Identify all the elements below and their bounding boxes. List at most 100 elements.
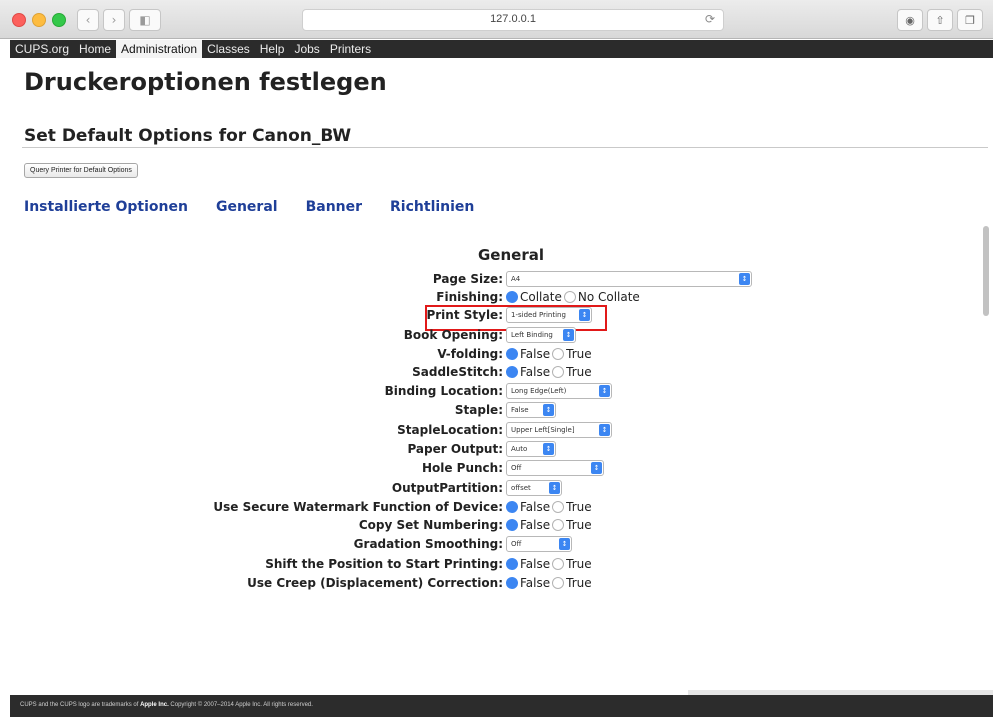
binding-location-select[interactable]: Long Edge(Left) ↕ bbox=[506, 383, 612, 399]
reload-icon[interactable]: ⟳ bbox=[705, 12, 715, 26]
option-row-book-opening: Book Opening: Left Binding ↕ bbox=[0, 326, 993, 344]
gradation-smoothing-select[interactable]: Off ↕ bbox=[506, 536, 572, 552]
zoom-window-button[interactable] bbox=[52, 13, 66, 27]
option-row-creep-correction: Use Creep (Displacement) Correction: Fal… bbox=[0, 574, 993, 590]
output-partition-select[interactable]: offset ↕ bbox=[506, 480, 562, 496]
page-size-select[interactable]: A4 ↕ bbox=[506, 271, 752, 287]
option-label: Page Size: bbox=[432, 272, 503, 286]
option-label: Gradation Smoothing: bbox=[353, 537, 503, 551]
history-nav: ‹ › ◧ bbox=[77, 9, 161, 31]
radio-label: No Collate bbox=[577, 290, 640, 304]
option-row-paper-output: Paper Output: Auto ↕ bbox=[0, 440, 993, 458]
section-subtitle: Set Default Options for Canon_BW bbox=[24, 126, 352, 146]
minimize-window-button[interactable] bbox=[32, 13, 46, 27]
toolbar-actions: ◉ ⇧ ❐ bbox=[897, 9, 983, 31]
radio-label: True bbox=[566, 557, 592, 571]
select-value: Auto bbox=[511, 445, 528, 453]
share-icon[interactable]: ⇧ bbox=[927, 9, 953, 31]
option-label: Book Opening: bbox=[403, 328, 503, 342]
option-row-copy-set-numbering: Copy Set Numbering: False True bbox=[0, 516, 993, 534]
option-label: Use Secure Watermark Function of Device: bbox=[213, 500, 503, 514]
page-title: Druckeroptionen festlegen bbox=[24, 68, 387, 96]
nav-administration[interactable]: Administration bbox=[116, 40, 203, 58]
chevron-updown-icon: ↕ bbox=[739, 273, 750, 285]
nav-cups-org[interactable]: CUPS.org bbox=[10, 40, 74, 58]
radio-label: False bbox=[520, 365, 551, 379]
radio-false[interactable] bbox=[506, 348, 518, 360]
option-row-v-folding: V-folding: False True bbox=[0, 345, 993, 363]
cups-navbar: CUPS.org Home Administration Classes Hel… bbox=[10, 40, 993, 58]
radio-label: False bbox=[520, 347, 551, 361]
select-value: offset bbox=[511, 484, 531, 492]
hole-punch-select[interactable]: Off ↕ bbox=[506, 460, 604, 476]
radio-no-collate[interactable] bbox=[563, 291, 576, 303]
option-label: Paper Output: bbox=[407, 442, 503, 456]
option-label: Copy Set Numbering: bbox=[358, 518, 503, 532]
nav-classes[interactable]: Classes bbox=[202, 40, 255, 58]
option-label: Use Creep (Displacement) Correction: bbox=[247, 576, 503, 590]
option-label: Shift the Position to Start Printing: bbox=[265, 557, 503, 571]
radio-label: Collate bbox=[520, 290, 562, 304]
option-label: Binding Location: bbox=[384, 384, 503, 398]
staple-location-select[interactable]: Upper Left[Single] ↕ bbox=[506, 422, 612, 438]
close-window-button[interactable] bbox=[12, 13, 26, 27]
radio-false[interactable] bbox=[506, 366, 518, 378]
option-row-saddlestitch: SaddleStitch: False True bbox=[0, 363, 993, 381]
radio-true[interactable] bbox=[552, 348, 565, 360]
radio-collate[interactable] bbox=[506, 291, 518, 303]
select-value: Upper Left[Single] bbox=[511, 426, 575, 434]
option-label: Hole Punch: bbox=[421, 461, 503, 475]
select-value: Long Edge(Left) bbox=[511, 387, 567, 395]
tabs-icon[interactable]: ❐ bbox=[957, 9, 983, 31]
radio-true[interactable] bbox=[552, 519, 565, 531]
radio-label: False bbox=[520, 576, 551, 590]
nav-printers[interactable]: Printers bbox=[325, 40, 376, 58]
chevron-updown-icon: ↕ bbox=[563, 329, 574, 341]
chevron-updown-icon: ↕ bbox=[549, 482, 560, 494]
chevron-updown-icon: ↕ bbox=[599, 385, 610, 397]
footer-brand: Apple Inc. bbox=[140, 702, 169, 708]
radio-true[interactable] bbox=[552, 366, 565, 378]
footer-suffix: Copyright © 2007–2014 Apple Inc. All rig… bbox=[168, 702, 313, 708]
tab-installierte-optionen[interactable]: Installierte Optionen bbox=[24, 199, 188, 215]
forward-icon[interactable]: › bbox=[103, 9, 125, 31]
query-printer-button[interactable]: Query Printer for Default Options bbox=[24, 163, 138, 178]
book-opening-select[interactable]: Left Binding ↕ bbox=[506, 327, 576, 343]
option-row-page-size: Page Size: A4 ↕ bbox=[0, 270, 993, 288]
address-bar[interactable]: 127.0.0.1 ⟳ bbox=[302, 9, 724, 31]
nav-jobs[interactable]: Jobs bbox=[289, 40, 324, 58]
option-row-hole-punch: Hole Punch: Off ↕ bbox=[0, 459, 993, 477]
radio-false[interactable] bbox=[506, 519, 518, 531]
radio-false[interactable] bbox=[506, 577, 518, 589]
nav-help[interactable]: Help bbox=[255, 40, 290, 58]
option-row-secure-watermark: Use Secure Watermark Function of Device:… bbox=[0, 498, 993, 516]
radio-true[interactable] bbox=[552, 558, 565, 570]
option-label: Finishing: bbox=[436, 290, 503, 304]
radio-false[interactable] bbox=[506, 501, 518, 513]
tab-richtlinien[interactable]: Richtlinien bbox=[390, 199, 474, 215]
tab-general[interactable]: General bbox=[216, 199, 278, 215]
chevron-updown-icon: ↕ bbox=[543, 404, 554, 416]
tab-banner[interactable]: Banner bbox=[306, 199, 362, 215]
option-row-staple: Staple: False ↕ bbox=[0, 401, 993, 419]
option-row-gradation-smoothing: Gradation Smoothing: Off ↕ bbox=[0, 535, 993, 553]
staple-select[interactable]: False ↕ bbox=[506, 402, 556, 418]
option-label: OutputPartition: bbox=[391, 481, 503, 495]
select-value: False bbox=[511, 406, 529, 414]
nav-home[interactable]: Home bbox=[74, 40, 116, 58]
radio-true[interactable] bbox=[552, 577, 565, 589]
select-value: Off bbox=[511, 540, 522, 548]
radio-false[interactable] bbox=[506, 558, 518, 570]
select-value: Left Binding bbox=[511, 331, 553, 339]
radio-true[interactable] bbox=[552, 501, 565, 513]
sidebar-icon[interactable]: ◧ bbox=[129, 9, 161, 31]
back-icon[interactable]: ‹ bbox=[77, 9, 99, 31]
form-section-title: General bbox=[478, 246, 544, 264]
paper-output-select[interactable]: Auto ↕ bbox=[506, 441, 556, 457]
chevron-updown-icon: ↕ bbox=[543, 443, 554, 455]
radio-label: False bbox=[520, 557, 551, 571]
vertical-scrollbar[interactable] bbox=[983, 226, 989, 316]
downloads-icon[interactable]: ◉ bbox=[897, 9, 923, 31]
option-row-finishing: Finishing: Collate No Collate bbox=[0, 288, 993, 306]
chevron-updown-icon: ↕ bbox=[591, 462, 602, 474]
